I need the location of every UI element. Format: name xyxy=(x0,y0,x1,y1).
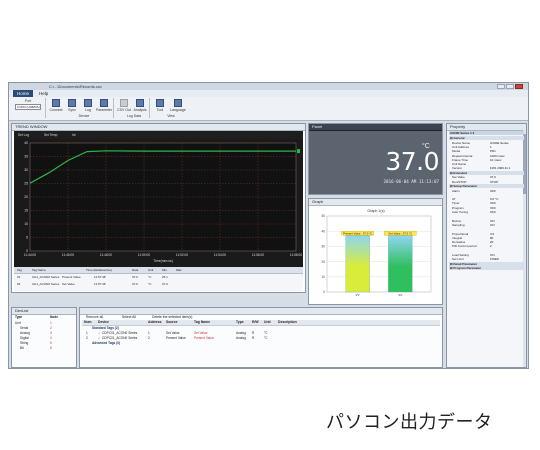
analysis-button[interactable]: Analysis xyxy=(133,98,147,115)
legend-item-1[interactable]: Set Log xyxy=(18,131,29,139)
csv-icon xyxy=(120,99,128,107)
language-button[interactable]: Language xyxy=(170,98,186,115)
parameter-button[interactable]: Parameter xyxy=(96,98,112,115)
graph-y-tick: 30 xyxy=(321,245,325,249)
log-icon xyxy=(84,99,92,107)
x-tick-label: 11:44:00 xyxy=(24,253,36,257)
bar-category-label: SV xyxy=(398,293,402,297)
trend-cursor-marker xyxy=(297,149,300,154)
property-device-header: AX20E Series 1 2 xyxy=(449,131,524,135)
x-tick-label: 11:54:00 xyxy=(214,253,226,257)
bar-value-label: Present Value : 37.0 °C xyxy=(343,231,372,235)
bar xyxy=(345,235,370,293)
maximize-button[interactable] xyxy=(506,84,514,89)
sync-icon xyxy=(68,99,76,107)
x-tick-label: 11:46:00 xyxy=(62,253,74,257)
y-tick-label: 10 xyxy=(24,222,28,226)
panel-meter-title: Panel xyxy=(309,124,442,131)
panel-meter-datetime: 2016-06-04 AM 11:13:07 xyxy=(383,179,439,184)
log-button[interactable]: Log xyxy=(81,98,95,115)
property-section[interactable]: ⊟ Detail Parameter xyxy=(449,261,524,266)
trend-panel: TREND WINDOW Set Log Set Temp Int 40 35 30… xyxy=(11,123,306,293)
menu-help[interactable]: Help xyxy=(39,90,48,97)
port-label: Port xyxy=(24,99,32,103)
bar-category-label: PV xyxy=(356,293,360,297)
analysis-icon xyxy=(136,99,144,107)
property-section[interactable]: ⊟ Extended xyxy=(449,170,524,175)
csv-out-button[interactable]: CSV Out xyxy=(117,98,131,115)
group-device: Device xyxy=(78,114,90,118)
graph-y-tick: 40 xyxy=(321,229,325,233)
bar-value-label: Set Value : 37.0 °C xyxy=(389,231,413,235)
trend-table-header: Tag Tag Name Time (Relativetime) Data Un… xyxy=(14,267,303,274)
property-section[interactable]: ⊟ General xyxy=(449,136,524,140)
panel-meter: Panel °C 37.0 2016-06-04 AM 11:13:07 xyxy=(308,123,443,195)
sync-button[interactable]: Sync xyxy=(65,98,79,115)
ribbon: Port COM3 (USB/RS) Connect Sync Log Para… xyxy=(9,97,528,121)
x-tick-label: 11:56:00 xyxy=(252,253,264,257)
graph-title: Graph xyxy=(309,199,442,206)
graph-panel: Graph Graph 1(s) 50 40 30 20 10 0 Present Value… xyxy=(308,198,443,305)
tag-list-panel: Remove all Select All Delete the selecte… xyxy=(79,307,443,368)
trend-table: Tag Tag Name Time (Relativetime) Data Un… xyxy=(14,267,303,291)
bar xyxy=(388,235,413,293)
trend-table-row[interactable]: 02 CH1_ACON0 Series Set Value 11:57:38 3… xyxy=(14,281,303,287)
trend-legend: Set Log Set Temp Int xyxy=(14,131,303,139)
menu-bar: Home Help xyxy=(9,90,528,97)
x-tick-label: 11:52:00 xyxy=(176,253,188,257)
property-section[interactable]: ⊟ Program Parameter xyxy=(449,266,524,271)
graph-y-tick: 10 xyxy=(321,275,325,279)
property-section[interactable]: ⊟ Setup Parameter xyxy=(449,183,524,188)
menu-home[interactable]: Home xyxy=(13,90,33,97)
device-list-panel: DevList Type Node Unit 1 Serial 2 Analog 3 Dig… xyxy=(11,307,77,368)
group-log-data: Log Data xyxy=(126,114,142,118)
x-axis-label: Time(mm:ss) xyxy=(153,259,173,263)
tool-icon xyxy=(156,99,164,107)
legend-item-2[interactable]: Set Temp xyxy=(44,131,57,139)
y-tick-label: 35 xyxy=(24,155,28,159)
y-tick-label: 5 xyxy=(26,236,28,240)
connect-icon xyxy=(52,99,60,107)
graph-y-tick: 20 xyxy=(321,260,325,264)
tag-list-title xyxy=(80,308,442,315)
graph-plot-area xyxy=(326,215,432,293)
bar-graph[interactable]: Graph 1(s) 50 40 30 20 10 0 Present Value : 37.… xyxy=(313,206,439,301)
property-panel: Property AX20E Series 1 2 ⊟ General Device… xyxy=(446,123,527,368)
port-select[interactable]: COM3 (USB/RS) xyxy=(15,104,41,110)
minimize-button[interactable] xyxy=(497,84,505,89)
trend-chart-svg: 403530252015105011:44:00 11:46:00 11:48:00… xyxy=(24,141,302,263)
caption: パソコン出力データ xyxy=(326,412,493,433)
graph-header: Graph 1(s) xyxy=(367,209,384,213)
group-view: View xyxy=(167,114,175,118)
y-tick-label: 30 xyxy=(24,168,28,172)
device-list-title: DevList xyxy=(12,308,76,315)
window-title: C:\...\Documents\Records.csv xyxy=(49,84,102,89)
trend-table-row[interactable]: 01 CH1_ACON0 Series Present Value 11:57:… xyxy=(14,274,303,280)
close-button[interactable] xyxy=(515,84,523,89)
bar-graph-svg: Graph 1(s) 50 40 30 20 10 0 Present Value : 37.… xyxy=(321,209,432,297)
device-list-header: Type Node xyxy=(15,315,58,319)
y-tick-label: 40 xyxy=(24,141,28,145)
tag-group-advanced[interactable]: Advanced Tags (0) xyxy=(82,341,440,346)
x-tick-label: 11:58:00 xyxy=(290,253,302,257)
trend-title: TREND WINDOW xyxy=(12,124,305,131)
x-tick-label: 11:48:00 xyxy=(100,253,112,257)
connect-button[interactable]: Connect xyxy=(49,98,63,115)
y-tick-label: 15 xyxy=(24,209,28,213)
tool-button[interactable]: Tool xyxy=(153,98,167,115)
property-title: Property xyxy=(447,124,526,131)
graph-y-tick: 0 xyxy=(323,290,325,294)
legend-item-3[interactable]: Int xyxy=(72,131,76,139)
y-tick-label: 25 xyxy=(24,182,28,186)
graph-y-tick: 50 xyxy=(321,214,325,218)
parameter-icon xyxy=(100,99,108,107)
list-item[interactable]: Bit 6 xyxy=(14,346,74,351)
panel-meter-value: 37.0 xyxy=(385,147,439,176)
app-window: C:\...\Documents\Records.csv Home Help P… xyxy=(8,82,529,369)
globe-icon xyxy=(174,99,182,107)
y-tick-label: 20 xyxy=(24,195,28,199)
trend-chart[interactable]: 40 35 30 25 20 15 10 5 0 11:44:00 11:46:00 11:48:00… xyxy=(14,139,303,267)
x-tick-label: 11:50:00 xyxy=(138,253,150,257)
